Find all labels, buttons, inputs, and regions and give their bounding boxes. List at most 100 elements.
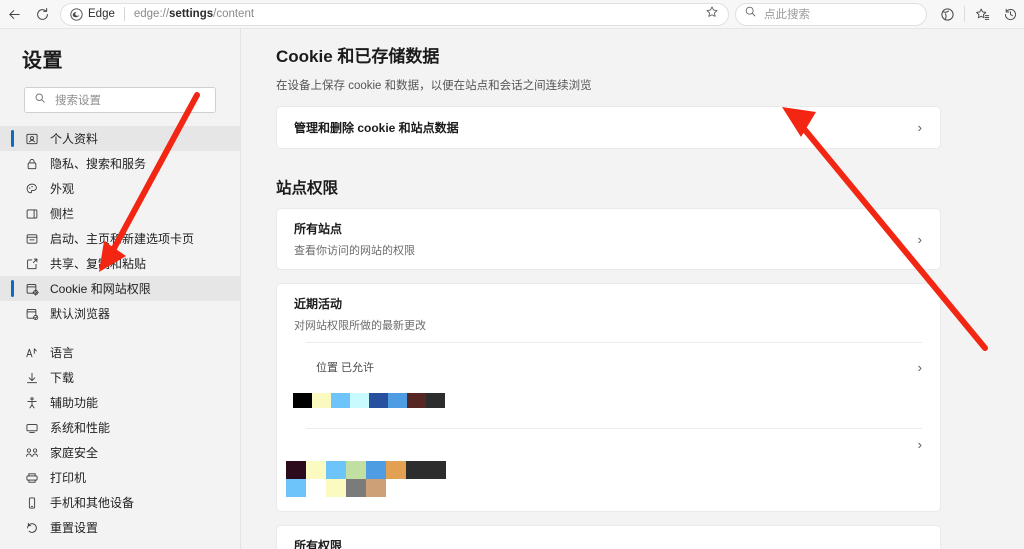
taskbar-search-box[interactable]: 点此搜索 — [735, 3, 927, 26]
all-sites-card[interactable]: 所有站点 查看你访问的网站的权限 › — [276, 208, 941, 270]
sidebar-item-label: 侧栏 — [50, 205, 74, 222]
color-swatch — [346, 479, 366, 497]
activity-entry-2[interactable]: › — [277, 429, 940, 459]
sidebar-item-downloads[interactable]: 下载 — [0, 365, 240, 390]
magnifier-icon — [744, 5, 757, 23]
sidebar-item-label: 启动、主页和新建选项卡页 — [50, 230, 194, 247]
favorites-icon — [975, 7, 990, 22]
sidebar-item-share-copy-paste[interactable]: 共享、复制和粘贴 — [0, 251, 240, 276]
favorites-button[interactable] — [968, 2, 996, 26]
sidebar-item-languages[interactable]: 语言 — [0, 340, 240, 365]
activity-entry-location-allowed[interactable]: 位置 已允许 › — [277, 343, 940, 391]
color-swatch — [426, 393, 445, 408]
color-swatch — [286, 479, 306, 497]
section-title-site-permissions: 站点权限 — [276, 176, 941, 198]
sidebar-item-label: Cookie 和网站权限 — [50, 280, 151, 297]
lock-icon — [24, 156, 40, 172]
sidebar-item-label: 外观 — [50, 180, 74, 197]
address-bar[interactable]: Edge edge://settings/content — [60, 3, 729, 26]
sidebar-item-accessibility[interactable]: 辅助功能 — [0, 390, 240, 415]
chevron-right-icon: › — [918, 360, 922, 375]
magnifier-icon — [34, 91, 46, 109]
sidebar-item-system-and-performance[interactable]: 系统和性能 — [0, 415, 240, 440]
sidebar-item-profile[interactable]: 个人资料 — [0, 126, 240, 151]
add-favorite-button[interactable] — [700, 3, 724, 25]
toolbar-right-buttons — [933, 2, 1024, 26]
sidebar-item-label: 家庭安全 — [50, 444, 98, 461]
monitor-icon — [24, 420, 40, 436]
all-permissions-row[interactable]: 所有权限 在所有网站上应用的权限 › — [277, 526, 940, 549]
sidebar-item-printers[interactable]: 打印机 — [0, 465, 240, 490]
row-title: 所有站点 — [294, 220, 908, 237]
toolbar-divider — [964, 6, 965, 22]
sidebar-item-phone-and-other-devices[interactable]: 手机和其他设备 — [0, 490, 240, 515]
printer-icon — [24, 470, 40, 486]
broken-image-strip-2 — [277, 459, 940, 511]
copilot-button[interactable] — [933, 2, 961, 26]
color-swatch — [388, 393, 407, 408]
browser-toolbar: Edge edge://settings/content 点此搜索 — [0, 0, 1024, 29]
row-title: 近期活动 — [294, 295, 922, 312]
sidebar-item-startup-home-newtab[interactable]: 启动、主页和新建选项卡页 — [0, 226, 240, 251]
sidebar-item-label: 系统和性能 — [50, 419, 110, 436]
chevron-right-icon: › — [918, 232, 922, 247]
default-browser-icon — [24, 306, 40, 322]
broken-image-strip-1 — [277, 391, 940, 410]
sidebar-item-family-safety[interactable]: 家庭安全 — [0, 440, 240, 465]
color-swatch — [346, 461, 366, 479]
sidebar-item-privacy-search-services[interactable]: 隐私、搜索和服务 — [0, 151, 240, 176]
row-text: 管理和删除 cookie 和站点数据 — [294, 119, 908, 136]
all-permissions-card[interactable]: 所有权限 在所有网站上应用的权限 › — [276, 525, 941, 549]
color-swatch — [407, 393, 426, 408]
color-swatch — [426, 461, 446, 479]
taskbar-search-placeholder: 点此搜索 — [764, 6, 810, 22]
share-icon — [24, 256, 40, 272]
row-text: 所有权限 在所有网站上应用的权限 — [294, 537, 908, 549]
sidebar-item-cookies-and-site-permissions[interactable]: Cookie 和网站权限 — [0, 276, 240, 301]
sidebar-item-reset-settings[interactable]: 重置设置 — [0, 515, 240, 540]
profile-icon — [24, 131, 40, 147]
sidebar-item-label: 隐私、搜索和服务 — [50, 155, 146, 172]
reload-icon — [35, 7, 50, 22]
palette-icon — [24, 181, 40, 197]
color-swatch — [350, 393, 369, 408]
settings-search-input[interactable]: 搜索设置 — [24, 87, 216, 113]
color-swatch — [369, 393, 388, 408]
settings-nav: 个人资料 隐私、搜索和服务 — [0, 126, 240, 549]
sidebar-item-label: 辅助功能 — [50, 394, 98, 411]
row-description: 对网站权限所做的最新更改 — [294, 317, 922, 333]
chevron-right-icon: › — [918, 120, 922, 135]
nav-group-divider-2 — [0, 540, 240, 549]
sidebar-item-label: 手机和其他设备 — [50, 494, 134, 511]
settings-content: Cookie 和已存储数据 在设备上保存 cookie 和数据，以便在站点和会话… — [241, 29, 1024, 549]
cookie-icon — [24, 281, 40, 297]
browser-window: Edge edge://settings/content 点此搜索 — [0, 0, 1024, 549]
row-title: 所有权限 — [294, 537, 908, 549]
color-swatch — [286, 461, 306, 479]
section-subtitle-cookies: 在设备上保存 cookie 和数据，以便在站点和会话之间连续浏览 — [276, 77, 941, 93]
row-text: 近期活动 对网站权限所做的最新更改 — [294, 295, 922, 333]
activity-label: 位置 已允许 — [294, 359, 908, 375]
download-icon — [24, 370, 40, 386]
manage-cookies-card[interactable]: 管理和删除 cookie 和站点数据 › — [276, 106, 941, 149]
settings-sidebar: 设置 搜索设置 — [0, 29, 241, 549]
star-outline-icon — [705, 5, 719, 24]
sidebar-item-label: 默认浏览器 — [50, 305, 110, 322]
all-sites-row[interactable]: 所有站点 查看你访问的网站的权限 › — [277, 209, 940, 269]
sidebar-icon — [24, 206, 40, 222]
accessibility-icon — [24, 395, 40, 411]
color-strip — [293, 393, 445, 408]
row-text: 所有站点 查看你访问的网站的权限 — [294, 220, 908, 258]
family-icon — [24, 445, 40, 461]
sidebar-item-appearance[interactable]: 外观 — [0, 176, 240, 201]
sidebar-item-default-browser[interactable]: 默认浏览器 — [0, 301, 240, 326]
history-button[interactable] — [996, 2, 1024, 26]
sidebar-item-label: 个人资料 — [50, 130, 98, 147]
back-button[interactable] — [0, 2, 28, 26]
color-swatch — [326, 461, 346, 479]
sidebar-item-sidebar[interactable]: 侧栏 — [0, 201, 240, 226]
color-swatch — [406, 461, 426, 479]
reload-button[interactable] — [28, 2, 56, 26]
omnibox-divider — [124, 7, 125, 21]
manage-and-delete-cookies-row[interactable]: 管理和删除 cookie 和站点数据 › — [277, 107, 940, 148]
